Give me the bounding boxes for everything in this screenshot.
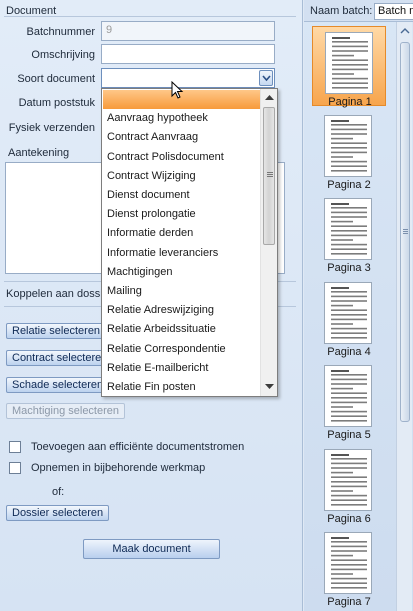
maak-document-button[interactable]: Maak document [83, 539, 220, 559]
naam-batch-field[interactable]: Batch m [374, 3, 413, 20]
page-thumbnails: Pagina 1 Pagina 2 Pagina 3 Pagina 4 Pagina 5… [304, 22, 395, 611]
machtiging-selecteren-button[interactable]: Machtiging selecteren [6, 403, 126, 419]
page-label: Pagina 4 [327, 345, 371, 358]
omschrijving-field[interactable] [101, 44, 275, 64]
dropdown-option[interactable]: Relatie E-mailbericht [103, 359, 260, 378]
dropdown-option[interactable]: Relatie Correspondentie [103, 340, 260, 359]
dropdown-option[interactable]: Relatie Arbeidssituatie [103, 320, 260, 339]
page-label: Pagina 7 [327, 596, 371, 608]
soort-document-label: Soort document [17, 73, 95, 85]
dropdown-option[interactable]: Contract Aanvraag [103, 128, 260, 147]
batch-header: Naam batch: Batch m [304, 0, 413, 22]
koppelen-label: Koppelen aan dossie [6, 288, 109, 300]
chevron-down-icon [262, 75, 271, 82]
scroll-up-icon[interactable] [264, 93, 275, 103]
batch-panel: Naam batch: Batch m Pagina 1Pagina 2Pagi… [304, 0, 413, 611]
dropdown-option[interactable]: Contract Wijziging [103, 167, 260, 186]
dropdown-scroll-thumb[interactable] [263, 107, 275, 245]
page-thumbnail[interactable]: Pagina 1 [312, 26, 386, 108]
relatie-selecteren-button[interactable]: Relatie selecteren [6, 323, 107, 339]
dropdown-option[interactable]: Informatie derden [103, 224, 260, 243]
soort-document-combo[interactable] [101, 68, 275, 88]
mouse-cursor-icon [171, 81, 184, 99]
combo-dropdown-button[interactable] [259, 70, 273, 86]
page-thumbnail[interactable]: Pagina 6 [312, 444, 386, 525]
datum-poststuk-label: Datum poststuk [18, 97, 95, 109]
dropdown-option[interactable]: Relatie Adreswijziging [103, 301, 260, 320]
dropdown-option[interactable]: Dienst prolongatie [103, 205, 260, 224]
schade-selecteren-button[interactable]: Schade selecteren [6, 377, 110, 393]
grip-line [267, 176, 273, 177]
naam-batch-label: Naam batch: [310, 5, 373, 17]
dropdown-option[interactable]: Contract Polisdocument [103, 148, 260, 167]
opnemen-checkbox[interactable] [9, 462, 21, 474]
thumbnails-scroll-thumb[interactable] [400, 42, 410, 422]
page-thumbnail[interactable]: Pagina 7 [312, 527, 386, 608]
page-preview [324, 448, 372, 511]
page-thumbnail[interactable]: Pagina 2 [312, 110, 386, 191]
page-label: Pagina 6 [327, 512, 371, 525]
page-label: Pagina 5 [327, 429, 371, 441]
page-preview [324, 114, 372, 177]
thumbnails-scrollbar[interactable] [396, 22, 412, 611]
grip-line [267, 172, 273, 173]
aantekening-label: Aantekening [8, 147, 70, 159]
dossier-selecteren-button[interactable]: Dossier selecteren [6, 505, 110, 521]
opnemen-label: Opnemen in bijbehorende werkmap [31, 462, 206, 474]
batchnummer-label: Batchnummer [26, 26, 95, 38]
soort-document-dropdown-list[interactable]: Aanvraag hypotheek Contract Aanvraag Contr… [101, 88, 278, 397]
scroll-up-icon[interactable] [398, 27, 412, 35]
toevoegen-label: Toevoegen aan efficiënte documentstromen [31, 441, 245, 453]
dropdown-option[interactable]: Informatie leveranciers [103, 244, 260, 263]
of-label: of: [52, 486, 65, 498]
omschrijving-label: Omschrijving [31, 49, 95, 61]
toevoegen-checkbox[interactable] [9, 441, 21, 453]
page-thumbnail[interactable]: Pagina 4 [312, 277, 386, 358]
page-label: Pagina 3 [327, 262, 371, 274]
contract-selecteren-button[interactable]: Contract selecteren [6, 350, 114, 366]
page-preview [324, 532, 372, 594]
dropdown-scrollbar[interactable] [260, 89, 277, 396]
dropdown-option[interactable]: Machtigingen [103, 263, 260, 282]
dropdown-option[interactable]: Mailing [103, 282, 260, 301]
batchnummer-field: 9 [101, 21, 275, 41]
page-label: Pagina 2 [327, 178, 371, 191]
scroll-down-icon[interactable] [264, 382, 275, 392]
dropdown-option[interactable]: Aanvraag hypotheek [103, 109, 260, 128]
page-thumbnail[interactable]: Pagina 3 [312, 193, 386, 274]
page-label: Pagina 1 [328, 96, 372, 108]
dropdown-option[interactable]: Relatie Fin posten [103, 378, 260, 396]
page-preview [325, 32, 373, 94]
page-preview [324, 281, 372, 344]
fysiek-verzenden-label: Fysiek verzenden [8, 122, 95, 134]
grip-line [267, 174, 273, 175]
document-group-divider [4, 16, 296, 17]
page-thumbnail[interactable]: Pagina 5 [312, 360, 386, 441]
dropdown-option[interactable]: Dienst document [103, 186, 260, 205]
page-preview [324, 365, 372, 427]
page-preview [324, 198, 372, 260]
